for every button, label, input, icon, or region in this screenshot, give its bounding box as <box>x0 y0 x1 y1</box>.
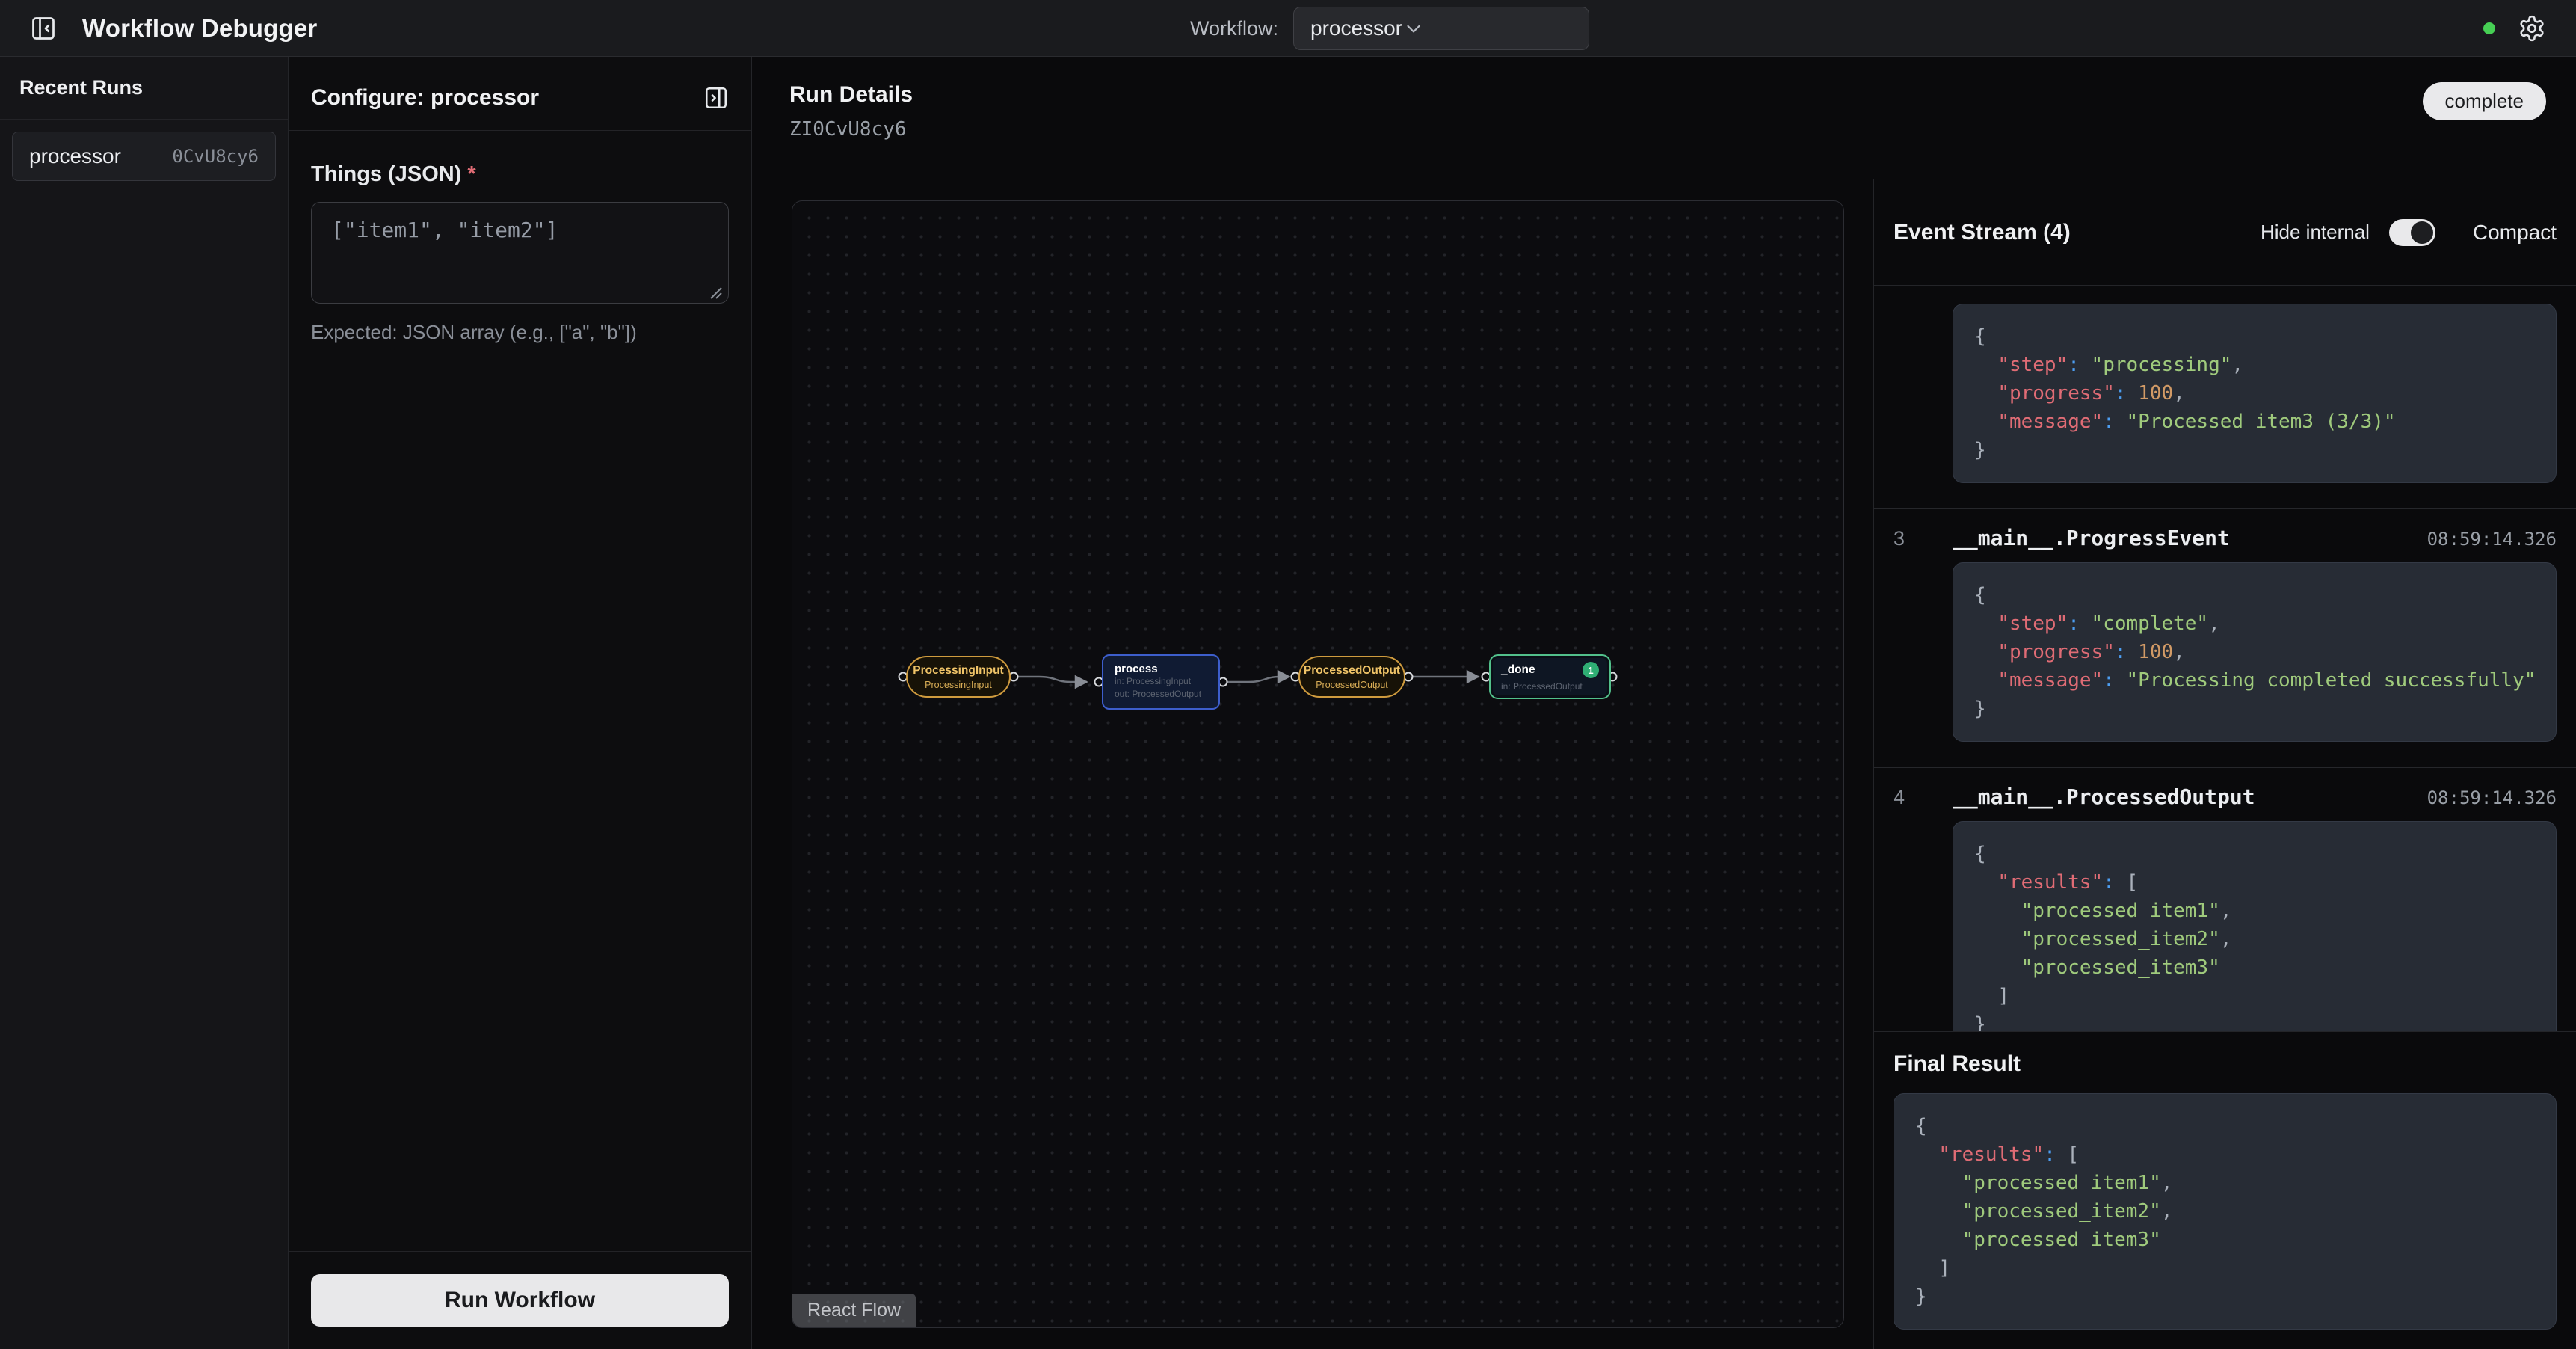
event-item: 3 __main__.ProgressEvent 08:59:14.326 { … <box>1874 508 2576 767</box>
event-item: 4 __main__.ProcessedOutput 08:59:14.326 … <box>1874 767 2576 1031</box>
recent-runs-list: processor 0CvU8cy6 <box>0 120 288 193</box>
sidebar-toggle-button[interactable] <box>30 15 57 42</box>
run-details-area: Run Details ZI0CvU8cy6 complete <box>752 57 2576 1349</box>
chevron-down-icon <box>1402 17 1425 40</box>
configure-panel: Configure: processor Things (JSON)* <box>289 57 752 1349</box>
toggle-knob <box>2411 221 2433 244</box>
final-result-title: Final Result <box>1894 1051 2557 1077</box>
recent-runs-sidebar: Recent Runs processor 0CvU8cy6 <box>0 57 289 1349</box>
panel-left-collapse-icon <box>30 15 57 42</box>
event-stream-panel: Event Stream (4) Hide internal Compact <box>1873 179 2576 1349</box>
event-name: __main__.ProgressEvent <box>1953 526 2230 550</box>
workflow-canvas[interactable]: ProcessingInput ProcessingInput process … <box>792 200 1844 1328</box>
node-title: ProcessingInput <box>913 663 1003 677</box>
node-title: ProcessedOutput <box>1304 663 1400 677</box>
workflow-label: Workflow: <box>1190 17 1278 40</box>
final-result-json: { "results": [ "processed_item1", "proce… <box>1894 1093 2557 1330</box>
workflow-select-value: processor <box>1310 16 1402 40</box>
event-header[interactable]: 4 __main__.ProcessedOutput 08:59:14.326 <box>1894 784 2557 809</box>
event-timestamp: 08:59:14.326 <box>2427 529 2557 550</box>
required-asterisk: * <box>467 162 475 186</box>
node-outputs: out: ProcessedOutput <box>1115 688 1207 701</box>
node-title: _done <box>1501 663 1535 677</box>
hide-internal-label: Hide internal <box>2261 221 2370 244</box>
app-window: Workflow Debugger Workflow: processor <box>0 0 2576 1349</box>
things-field-label: Things (JSON)* <box>311 162 729 187</box>
status-badge: complete <box>2423 82 2547 120</box>
run-details-id: ZI0CvU8cy6 <box>789 118 913 141</box>
event-name: __main__.ProcessedOutput <box>1953 784 2255 809</box>
connection-status-dot <box>2483 22 2495 34</box>
run-workflow-button[interactable]: Run Workflow <box>311 1274 729 1327</box>
react-flow-attribution[interactable]: React Flow <box>792 1294 916 1327</box>
run-details-header: Run Details ZI0CvU8cy6 complete <box>752 57 2576 179</box>
app-title: Workflow Debugger <box>82 14 317 43</box>
event-header[interactable]: 3 __main__.ProgressEvent 08:59:14.326 <box>1894 526 2557 550</box>
event-number: 4 <box>1894 786 1953 809</box>
panel-right-collapse-icon <box>703 85 729 111</box>
run-name: processor <box>29 144 121 168</box>
things-json-input[interactable] <box>311 202 729 304</box>
node-subtitle: ProcessedOutput <box>1316 679 1388 691</box>
graph-node-process[interactable]: process in: ProcessingInput out: Process… <box>1102 654 1220 710</box>
gear-icon <box>2518 14 2546 43</box>
event-list: { "step": "processing", "progress": 100,… <box>1874 286 2576 1031</box>
graph-canvas-wrap: ProcessingInput ProcessingInput process … <box>752 179 1873 1349</box>
graph-node-processing-input[interactable]: ProcessingInput ProcessingInput <box>906 656 1011 698</box>
settings-button[interactable] <box>2518 14 2546 43</box>
run-list-item[interactable]: processor 0CvU8cy6 <box>12 132 276 181</box>
hide-internal-toggle[interactable] <box>2389 219 2435 246</box>
compact-button[interactable]: Compact <box>2473 221 2557 245</box>
field-helper-text: Expected: JSON array (e.g., ["a", "b"]) <box>311 321 729 344</box>
node-inputs: in: ProcessingInput <box>1115 675 1207 688</box>
workflow-select[interactable]: processor <box>1293 7 1589 50</box>
event-payload-json: { "step": "processing", "progress": 100,… <box>1953 304 2557 483</box>
graph-node-done[interactable]: _done 1 in: ProcessedOutput <box>1489 654 1611 699</box>
run-details-title: Run Details <box>789 82 913 108</box>
node-title: process <box>1115 663 1207 675</box>
event-stream-title: Event Stream (4) <box>1894 220 2071 245</box>
configure-title: Configure: processor <box>311 85 539 111</box>
recent-runs-title: Recent Runs <box>0 57 288 120</box>
top-bar: Workflow Debugger Workflow: processor <box>0 0 2576 57</box>
collapse-panel-button[interactable] <box>703 85 729 111</box>
graph-node-processed-output[interactable]: ProcessedOutput ProcessedOutput <box>1298 656 1405 698</box>
node-inputs: in: ProcessedOutput <box>1501 681 1599 692</box>
event-number: 3 <box>1894 527 1953 550</box>
event-item: { "step": "processing", "progress": 100,… <box>1874 286 2576 508</box>
event-payload-json: { "results": [ "processed_item1", "proce… <box>1953 821 2557 1031</box>
event-timestamp: 08:59:14.326 <box>2427 787 2557 808</box>
event-payload-json: { "step": "complete", "progress": 100, "… <box>1953 562 2557 742</box>
final-result-section: Final Result { "results": [ "processed_i… <box>1874 1031 2576 1349</box>
graph-edges <box>792 201 1844 1328</box>
node-count-badge: 1 <box>1583 662 1599 678</box>
node-subtitle: ProcessingInput <box>925 679 992 691</box>
run-id: 0CvU8cy6 <box>172 146 259 167</box>
